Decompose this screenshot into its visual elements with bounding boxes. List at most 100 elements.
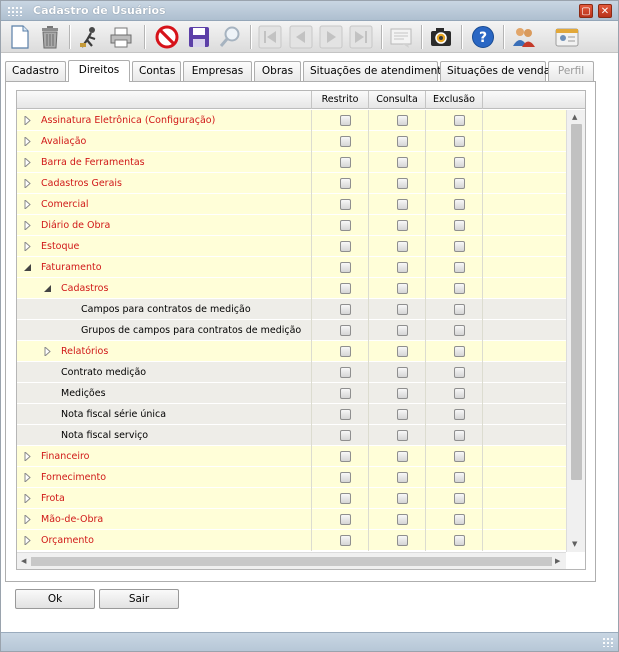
table-row[interactable]: Contrato medição xyxy=(17,362,566,383)
checkbox-consulta[interactable] xyxy=(397,388,408,399)
checkbox-restrito[interactable] xyxy=(340,325,351,336)
table-row[interactable]: Orçamento xyxy=(17,530,566,551)
vertical-scroll-thumb[interactable] xyxy=(571,124,582,480)
checkbox-restrito[interactable] xyxy=(340,304,351,315)
checkbox-exclusao[interactable] xyxy=(454,514,465,525)
checkbox-exclusao[interactable] xyxy=(454,262,465,273)
next-record-button[interactable] xyxy=(318,24,344,50)
expand-arrow-icon[interactable] xyxy=(23,473,32,482)
checkbox-consulta[interactable] xyxy=(397,157,408,168)
tab-direitos[interactable]: Direitos xyxy=(68,60,130,82)
new-button[interactable] xyxy=(7,24,33,50)
last-record-button[interactable] xyxy=(348,24,374,50)
checkbox-exclusao[interactable] xyxy=(454,304,465,315)
scroll-right-icon[interactable]: ▶ xyxy=(555,557,560,565)
checkbox-exclusao[interactable] xyxy=(454,220,465,231)
delete-button[interactable] xyxy=(37,24,63,50)
checkbox-consulta[interactable] xyxy=(397,115,408,126)
column-header-restrito[interactable]: Restrito xyxy=(311,91,368,109)
expand-arrow-icon[interactable] xyxy=(43,347,52,356)
table-row[interactable]: Cadastros Gerais xyxy=(17,173,566,194)
horizontal-scroll-thumb[interactable] xyxy=(31,557,552,566)
checkbox-exclusao[interactable] xyxy=(454,388,465,399)
users-button[interactable] xyxy=(511,24,537,50)
collapse-arrow-icon[interactable] xyxy=(23,263,32,272)
checkbox-restrito[interactable] xyxy=(340,241,351,252)
checkbox-exclusao[interactable] xyxy=(454,178,465,189)
expand-arrow-icon[interactable] xyxy=(23,200,32,209)
checkbox-exclusao[interactable] xyxy=(454,241,465,252)
checkbox-exclusao[interactable] xyxy=(454,325,465,336)
horizontal-scrollbar[interactable]: ◀ ▶ xyxy=(17,552,566,569)
checkbox-consulta[interactable] xyxy=(397,241,408,252)
checkbox-consulta[interactable] xyxy=(397,409,408,420)
checkbox-restrito[interactable] xyxy=(340,157,351,168)
checkbox-consulta[interactable] xyxy=(397,430,408,441)
table-row[interactable]: Assinatura Eletrônica (Configuração) xyxy=(17,110,566,131)
checkbox-restrito[interactable] xyxy=(340,430,351,441)
checkbox-consulta[interactable] xyxy=(397,367,408,378)
maximize-button[interactable]: ▢ xyxy=(579,4,593,18)
checkbox-consulta[interactable] xyxy=(397,514,408,525)
checkbox-consulta[interactable] xyxy=(397,535,408,546)
camera-button[interactable] xyxy=(428,24,454,50)
checkbox-consulta[interactable] xyxy=(397,283,408,294)
expand-arrow-icon[interactable] xyxy=(23,515,32,524)
user-card-button[interactable] xyxy=(554,24,580,50)
checkbox-consulta[interactable] xyxy=(397,199,408,210)
expand-arrow-icon[interactable] xyxy=(23,221,32,230)
table-row[interactable]: Frota xyxy=(17,488,566,509)
checkbox-restrito[interactable] xyxy=(340,472,351,483)
print-button[interactable] xyxy=(108,24,134,50)
expand-arrow-icon[interactable] xyxy=(23,452,32,461)
checkbox-restrito[interactable] xyxy=(340,493,351,504)
notes-button[interactable] xyxy=(388,24,414,50)
table-row[interactable]: Cadastros xyxy=(17,278,566,299)
table-row[interactable]: Barra de Ferramentas xyxy=(17,152,566,173)
exit-button[interactable]: Sair xyxy=(99,589,179,609)
table-row[interactable]: Avaliação xyxy=(17,131,566,152)
expand-arrow-icon[interactable] xyxy=(23,137,32,146)
checkbox-restrito[interactable] xyxy=(340,367,351,378)
resize-grip-icon[interactable] xyxy=(602,637,614,647)
table-row[interactable]: Comercial xyxy=(17,194,566,215)
checkbox-consulta[interactable] xyxy=(397,493,408,504)
expand-arrow-icon[interactable] xyxy=(23,158,32,167)
table-row[interactable]: Mão-de-Obra xyxy=(17,509,566,530)
checkbox-consulta[interactable] xyxy=(397,304,408,315)
checkbox-restrito[interactable] xyxy=(340,535,351,546)
title-bar[interactable]: Cadastro de Usuários ▢ ✕ xyxy=(1,1,618,21)
table-row[interactable]: Medições xyxy=(17,383,566,404)
table-row[interactable]: Financeiro xyxy=(17,446,566,467)
checkbox-exclusao[interactable] xyxy=(454,157,465,168)
checkbox-restrito[interactable] xyxy=(340,388,351,399)
tab-situa-es-de-atendimento[interactable]: Situações de atendimento xyxy=(303,61,448,81)
checkbox-exclusao[interactable] xyxy=(454,136,465,147)
checkbox-consulta[interactable] xyxy=(397,220,408,231)
table-row[interactable]: Diário de Obra xyxy=(17,215,566,236)
expand-arrow-icon[interactable] xyxy=(23,536,32,545)
checkbox-restrito[interactable] xyxy=(340,451,351,462)
cancel-button[interactable] xyxy=(154,24,180,50)
checkbox-exclusao[interactable] xyxy=(454,367,465,378)
checkbox-exclusao[interactable] xyxy=(454,115,465,126)
vertical-scrollbar[interactable]: ▲ ▼ xyxy=(566,110,585,552)
edit-button[interactable] xyxy=(76,24,102,50)
checkbox-exclusao[interactable] xyxy=(454,409,465,420)
checkbox-restrito[interactable] xyxy=(340,409,351,420)
checkbox-exclusao[interactable] xyxy=(454,535,465,546)
checkbox-restrito[interactable] xyxy=(340,262,351,273)
table-row[interactable]: Relatórios xyxy=(17,341,566,362)
tab-contas[interactable]: Contas xyxy=(132,61,181,81)
checkbox-consulta[interactable] xyxy=(397,136,408,147)
checkbox-exclusao[interactable] xyxy=(454,472,465,483)
checkbox-exclusao[interactable] xyxy=(454,199,465,210)
checkbox-restrito[interactable] xyxy=(340,514,351,525)
expand-arrow-icon[interactable] xyxy=(23,179,32,188)
checkbox-restrito[interactable] xyxy=(340,115,351,126)
previous-record-button[interactable] xyxy=(288,24,314,50)
search-button[interactable] xyxy=(217,24,243,50)
checkbox-restrito[interactable] xyxy=(340,283,351,294)
checkbox-consulta[interactable] xyxy=(397,472,408,483)
checkbox-exclusao[interactable] xyxy=(454,493,465,504)
